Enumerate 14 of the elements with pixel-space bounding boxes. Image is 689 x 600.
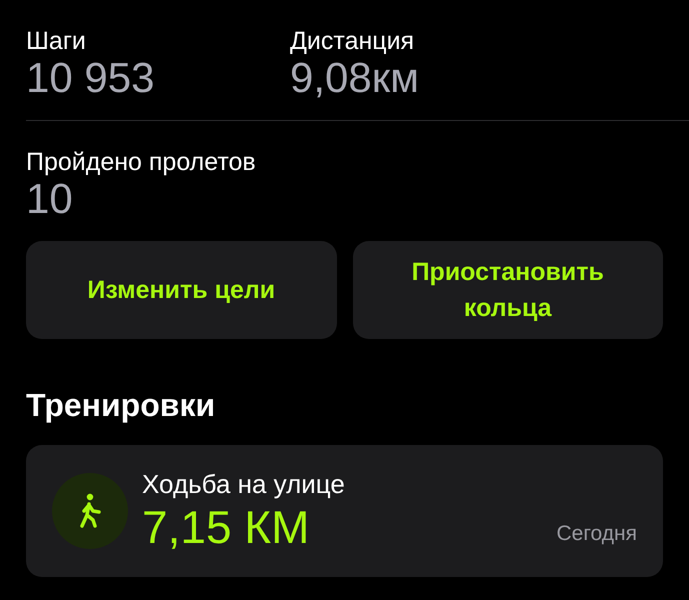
section-title: Тренировки <box>26 386 216 425</box>
workout-distance: 7,15 КМ <box>142 500 310 554</box>
stat-label: Пройдено пролетов <box>26 147 256 177</box>
action-button[interactable]: Приостановить кольца <box>352 241 663 339</box>
stat-label: Шаги <box>26 26 87 56</box>
stat-value: 10 953 <box>26 56 156 100</box>
workout-date: Сегодня <box>556 521 637 547</box>
workout-name: Ходьба на улице <box>142 468 346 500</box>
stat-value: 10 <box>26 177 73 221</box>
workout-card[interactable]: Ходьба на улице 7,15 КМ Сегодня <box>26 445 663 577</box>
stat-value: 9,08км <box>290 56 420 100</box>
action-button[interactable]: Изменить цели <box>26 241 336 339</box>
walking-figure-icon <box>79 493 101 529</box>
stat-label: Дистанция <box>290 26 416 56</box>
